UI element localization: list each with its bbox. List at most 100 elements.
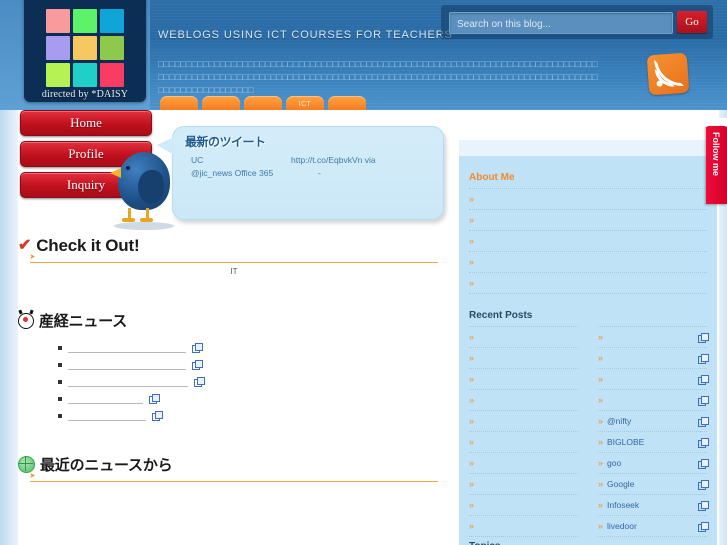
- search-input[interactable]: [455, 14, 665, 34]
- alarm-clock-icon: [18, 312, 34, 329]
- external-link-icon: [698, 500, 709, 511]
- list-item[interactable]: »: [469, 348, 578, 369]
- section-recent-news: 最近のニュースから: [18, 454, 450, 482]
- list-item[interactable]: »: [469, 516, 578, 537]
- chevron-right-icon: »: [469, 395, 475, 405]
- list-item[interactable]: [58, 356, 450, 373]
- chevron-right-icon: »: [598, 416, 604, 426]
- chevron-right-icon: »: [469, 332, 475, 342]
- nav-home-button[interactable]: Home: [20, 110, 152, 136]
- list-item[interactable]: »: [469, 188, 707, 210]
- chevron-right-icon: »: [469, 416, 475, 426]
- logo-cell-6: [100, 36, 124, 60]
- bird-eye: [126, 166, 130, 170]
- list-item-livedoor[interactable]: » livedoor: [598, 516, 709, 537]
- list-item[interactable]: [58, 373, 450, 390]
- about-me-rows: » » » » »: [459, 188, 717, 294]
- search-input-wrapper[interactable]: [449, 12, 673, 34]
- list-item[interactable]: [58, 407, 450, 424]
- list-item[interactable]: »: [469, 369, 578, 390]
- check-icon: ✔: [18, 237, 32, 254]
- news-link-placeholder[interactable]: [68, 360, 186, 370]
- chevron-right-icon: »: [469, 194, 475, 204]
- chevron-right-icon: »: [598, 374, 604, 384]
- external-link-icon: [698, 332, 709, 343]
- chevron-right-icon: »: [598, 353, 604, 363]
- category-tab-1[interactable]: [160, 96, 198, 110]
- list-item[interactable]: »: [469, 326, 578, 348]
- section-heading: ✔ Check it Out!: [18, 236, 450, 256]
- news-link-placeholder[interactable]: [68, 394, 143, 404]
- external-link-icon: [194, 377, 205, 387]
- external-link-icon: [192, 360, 203, 370]
- section-subtext: IT: [230, 267, 238, 276]
- list-item[interactable]: »: [598, 326, 709, 348]
- list-item[interactable]: »: [469, 252, 707, 273]
- list-item-google[interactable]: » Google: [598, 474, 709, 495]
- list-item[interactable]: »: [469, 474, 578, 495]
- logo-cell-9: [100, 63, 124, 87]
- chevron-right-icon: »: [469, 353, 475, 363]
- list-item-infoseek[interactable]: » Infoseek: [598, 495, 709, 516]
- latest-tweet-balloon: 最新のツイート UC @jic_news Office 365 http://t…: [157, 126, 444, 220]
- logo-grid-icon[interactable]: [46, 9, 124, 89]
- chevron-right-icon: »: [598, 458, 604, 468]
- logo-cell-5: [73, 36, 97, 60]
- list-item[interactable]: »: [469, 390, 578, 411]
- site-header: directed by *DAISY WEBLOGS USING ICT COU…: [0, 0, 727, 110]
- tweet-author: UC: [191, 155, 204, 165]
- list-item[interactable]: »: [469, 231, 707, 252]
- list-item[interactable]: »: [469, 432, 578, 453]
- external-link-icon: [698, 479, 709, 490]
- chevron-right-icon: »: [598, 500, 604, 510]
- list-item[interactable]: [58, 339, 450, 356]
- list-item[interactable]: »: [469, 411, 578, 432]
- recent-posts-right-column: » » » » » @nifty » BIGLOBE » goo » Googl…: [598, 326, 709, 545]
- bird-mascot-icon: [108, 148, 180, 232]
- news-link-placeholder[interactable]: [68, 411, 146, 421]
- list-item[interactable]: [58, 390, 450, 407]
- list-item-nifty[interactable]: » @nifty: [598, 411, 709, 432]
- follow-me-tab[interactable]: Follow me: [706, 126, 727, 204]
- list-item[interactable]: »: [469, 210, 707, 231]
- section-title-text: Check it Out!: [36, 236, 140, 255]
- category-tab-2[interactable]: [202, 96, 240, 110]
- news-link-placeholder[interactable]: [68, 377, 188, 387]
- link-label: goo: [607, 458, 622, 468]
- bird-foot-left: [122, 218, 135, 222]
- list-item[interactable]: »: [598, 369, 709, 390]
- list-item[interactable]: »: [598, 348, 709, 369]
- section-title-text: 産経ニュース: [39, 313, 128, 330]
- link-label: Google: [607, 479, 635, 489]
- category-tab-ict[interactable]: ICT: [286, 96, 324, 110]
- list-item-goo[interactable]: » goo: [598, 453, 709, 474]
- list-item[interactable]: »: [469, 273, 707, 294]
- chevron-right-icon: »: [469, 458, 475, 468]
- external-link-icon: [698, 353, 709, 364]
- category-tab-5[interactable]: [328, 96, 366, 110]
- tweet-link[interactable]: http://t.co/EqbvkVn via: [291, 155, 376, 165]
- chevron-right-icon: »: [469, 374, 475, 384]
- link-label: livedoor: [607, 521, 637, 531]
- main-content: ✔ Check it Out! IT 産経ニュース 最近のニュースから: [18, 236, 450, 482]
- logo-cell-3: [100, 9, 124, 33]
- list-item[interactable]: »: [598, 390, 709, 411]
- sidebar-heading-recent-posts: Recent Posts: [469, 310, 533, 321]
- blog-page: directed by *DAISY WEBLOGS USING ICT COU…: [0, 0, 727, 545]
- list-item[interactable]: »: [469, 495, 578, 516]
- category-tab-3[interactable]: [244, 96, 282, 110]
- chevron-right-icon: »: [469, 215, 475, 225]
- chevron-right-icon: »: [598, 521, 604, 531]
- list-item[interactable]: »: [469, 453, 578, 474]
- logo-cell-7: [46, 63, 70, 87]
- square-bullet-icon: [58, 345, 62, 350]
- news-link-placeholder[interactable]: [68, 343, 186, 353]
- bird-foot-right: [140, 218, 153, 222]
- list-item-biglobe[interactable]: » BIGLOBE: [598, 432, 709, 453]
- chevron-right-icon: »: [469, 257, 475, 267]
- search-go-button[interactable]: Go: [677, 11, 707, 33]
- rss-feed-icon[interactable]: [646, 52, 690, 96]
- external-link-icon: [149, 394, 160, 404]
- chevron-right-icon: »: [469, 500, 475, 510]
